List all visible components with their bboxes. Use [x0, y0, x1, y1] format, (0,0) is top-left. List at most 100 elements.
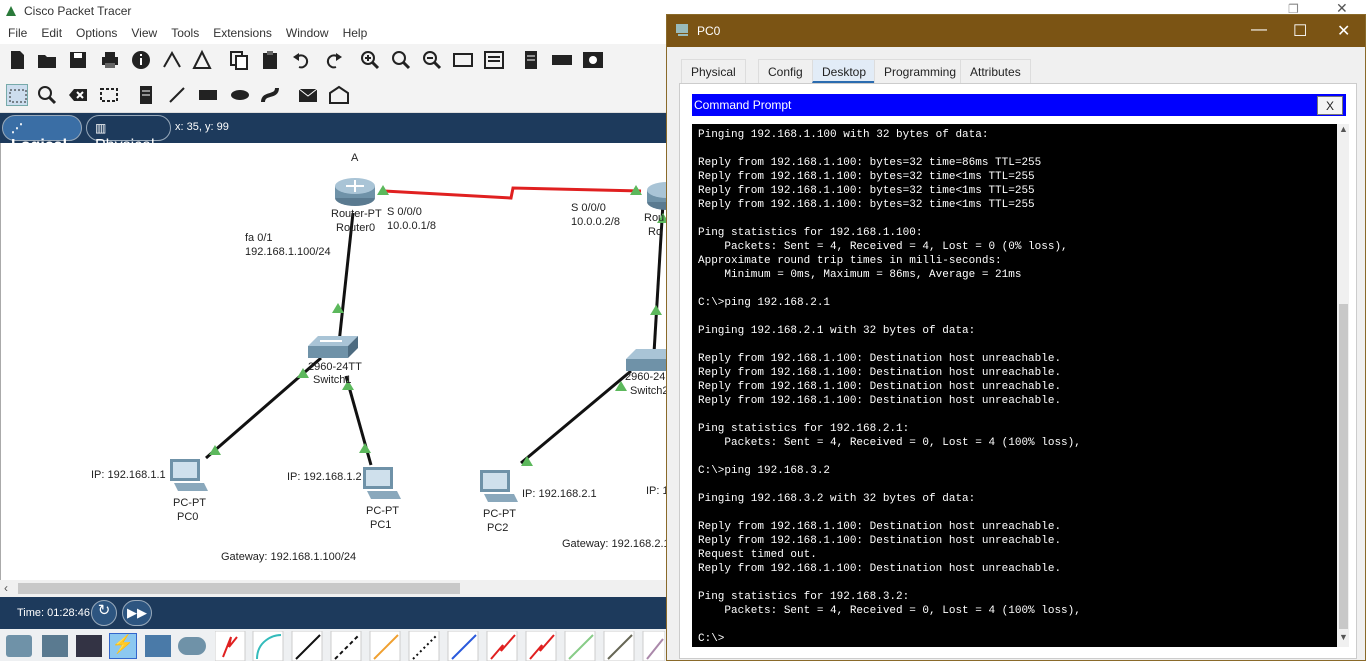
- copy-icon[interactable]: [228, 49, 250, 71]
- misc-icon[interactable]: [145, 635, 171, 657]
- coaxial-cable-icon[interactable]: [447, 631, 479, 661]
- pc1-device[interactable]: [361, 465, 401, 503]
- minimize-icon[interactable]: —: [1251, 21, 1267, 39]
- connection-types: [215, 631, 665, 661]
- device-template-icon[interactable]: [551, 49, 573, 71]
- tab-programming[interactable]: Programming: [874, 59, 967, 83]
- drawing-palette-icon[interactable]: [452, 49, 474, 71]
- info-icon[interactable]: [130, 49, 152, 71]
- save-icon[interactable]: [67, 49, 89, 71]
- zoom-in-icon[interactable]: [359, 49, 381, 71]
- terminal-scroll-thumb[interactable]: [1339, 304, 1348, 629]
- terminal-line: Reply from 192.168.1.100: Destination ho…: [698, 381, 1062, 393]
- terminal-line: Ping statistics for 192.168.3.2:: [698, 591, 910, 603]
- scroll-down-icon[interactable]: ▼: [1339, 632, 1348, 642]
- place-note-icon[interactable]: [135, 84, 157, 106]
- tab-physical[interactable]: Physical: [681, 59, 746, 83]
- pc0-device[interactable]: [168, 457, 208, 495]
- menu-window[interactable]: Window: [278, 22, 335, 40]
- activity-wizard-icon[interactable]: [191, 49, 213, 71]
- pc1-type: PC-PT: [366, 505, 399, 517]
- terminal-line: Reply from 192.168.1.100: Destination ho…: [698, 563, 1062, 575]
- terminal-output[interactable]: Pinging 192.168.1.100 with 32 bytes of d…: [692, 124, 1337, 647]
- horizontal-scrollbar[interactable]: ‹: [0, 580, 668, 597]
- maximize-icon[interactable]: ☐: [1293, 21, 1307, 41]
- menu-help[interactable]: Help: [335, 22, 374, 40]
- new-file-icon[interactable]: [6, 49, 28, 71]
- crossover-cable-icon[interactable]: [330, 631, 362, 661]
- tab-config[interactable]: Config: [758, 59, 813, 83]
- time-readout: Time: 01:28:46: [17, 607, 90, 619]
- pc0-window: PC0 — ☐ ✕ Physical Config Desktop Progra…: [666, 14, 1366, 661]
- connections-icon[interactable]: ⚡: [109, 633, 137, 659]
- gateway-right: Gateway: 192.168.2.1: [562, 538, 670, 550]
- menu-file[interactable]: File: [0, 22, 33, 40]
- router0-type: Router-PT: [331, 208, 382, 220]
- logical-mode-button[interactable]: ⋰ Logical: [2, 115, 82, 154]
- terminal-line: Pinging 192.168.3.2 with 32 bytes of dat…: [698, 493, 976, 505]
- switch2-device[interactable]: [626, 347, 669, 373]
- usb-cable-icon[interactable]: [642, 631, 665, 661]
- tab-attributes[interactable]: Attributes: [960, 59, 1031, 83]
- terminal-scrollbar[interactable]: ▲ ▼: [1337, 124, 1349, 647]
- zoom-reset-icon[interactable]: [390, 49, 412, 71]
- components-icon[interactable]: [76, 635, 102, 657]
- print-icon[interactable]: [99, 49, 121, 71]
- command-prompt-close-button[interactable]: X: [1317, 96, 1343, 115]
- terminal-line: Packets: Sent = 4, Received = 0, Lost = …: [698, 605, 1081, 617]
- terminal-line: Ping statistics for 192.168.2.1:: [698, 423, 910, 435]
- tab-desktop[interactable]: Desktop: [812, 59, 877, 83]
- network-devices-icon[interactable]: [6, 635, 32, 657]
- draw-line-icon[interactable]: [166, 84, 188, 106]
- custom-device-icon[interactable]: [483, 49, 505, 71]
- redo-icon[interactable]: [322, 49, 344, 71]
- network-wizard-icon[interactable]: [161, 49, 183, 71]
- freeform-icon[interactable]: [259, 84, 281, 106]
- inspect-icon[interactable]: [36, 84, 58, 106]
- menu-tools[interactable]: Tools: [163, 22, 205, 40]
- multiuser-icon[interactable]: [178, 637, 206, 655]
- fiber-cable-icon[interactable]: [369, 631, 401, 661]
- zoom-out-icon[interactable]: [421, 49, 443, 71]
- straight-cable-icon[interactable]: [291, 631, 323, 661]
- octal-cable-icon[interactable]: [564, 631, 596, 661]
- close-window-icon[interactable]: ✕: [1337, 21, 1350, 41]
- paste-icon[interactable]: [259, 49, 281, 71]
- select-tool-icon[interactable]: [6, 84, 28, 106]
- open-folder-icon[interactable]: [36, 49, 58, 71]
- add-complex-pdu-icon[interactable]: [328, 84, 350, 106]
- menu-options[interactable]: Options: [68, 22, 123, 40]
- terminal-line: Request timed out.: [698, 549, 817, 561]
- terminal-line: C:\>: [698, 633, 725, 645]
- draw-ellipse-icon[interactable]: [229, 84, 251, 106]
- topology-canvas[interactable]: A Router-PT Router0 S 0/0/0 10.0.0.1/8 S…: [0, 143, 670, 580]
- scroll-up-icon[interactable]: ▲: [1339, 124, 1348, 134]
- pc2-device[interactable]: [478, 468, 518, 506]
- resize-shape-icon[interactable]: [98, 84, 120, 106]
- scroll-thumb[interactable]: [18, 583, 460, 594]
- menu-edit[interactable]: Edit: [33, 22, 68, 40]
- physical-mode-button[interactable]: ▥ Physical: [86, 115, 171, 154]
- end-devices-icon[interactable]: [42, 635, 68, 657]
- switch1-device[interactable]: [308, 334, 358, 360]
- undo-icon[interactable]: [291, 49, 313, 71]
- iot-custom-cable-icon[interactable]: [603, 631, 635, 661]
- menu-extensions[interactable]: Extensions: [205, 22, 278, 40]
- router0-device[interactable]: [334, 173, 376, 207]
- notes-icon[interactable]: [520, 49, 542, 71]
- delete-icon[interactable]: [67, 84, 89, 106]
- scroll-left-icon[interactable]: ‹: [4, 581, 8, 595]
- draw-rectangle-icon[interactable]: [197, 84, 219, 106]
- menu-view[interactable]: View: [123, 22, 163, 40]
- reset-time-icon[interactable]: ↻: [91, 600, 117, 626]
- router1-type: Rou: [644, 212, 665, 224]
- fast-forward-icon[interactable]: ▶▶: [122, 600, 152, 626]
- phone-cable-icon[interactable]: [408, 631, 440, 661]
- switch-icon: [626, 349, 669, 371]
- command-prompt-title: Command Prompt: [694, 98, 792, 112]
- cloud-viewer-icon[interactable]: [582, 49, 604, 71]
- add-simple-pdu-icon[interactable]: [297, 84, 319, 106]
